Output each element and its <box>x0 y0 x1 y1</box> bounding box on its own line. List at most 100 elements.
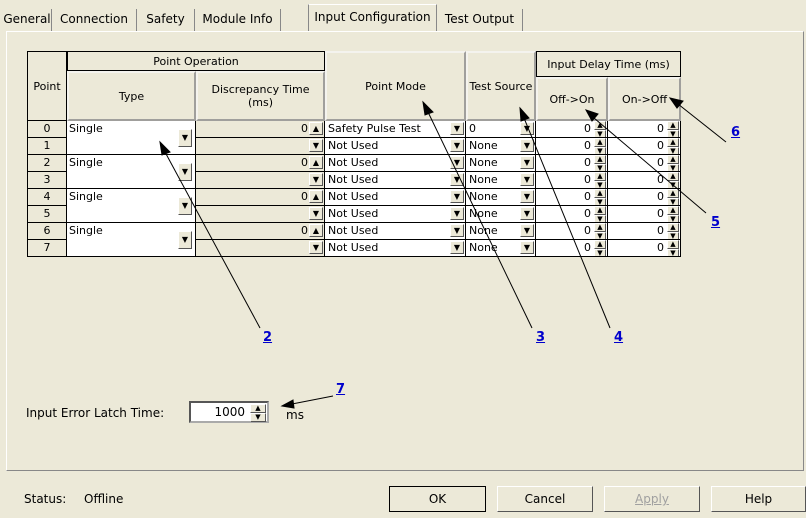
point-mode-select[interactable]: Not Used ▼ <box>325 172 466 189</box>
point-mode-select[interactable]: Not Used ▼ <box>325 240 466 257</box>
spinner-icon[interactable]: ▲ ▼ <box>594 155 606 171</box>
test-source-select[interactable]: None ▼ <box>466 172 536 189</box>
on-off-delay-input[interactable]: 0 ▲ ▼ <box>608 121 681 138</box>
chevron-down-icon[interactable]: ▼ <box>520 241 534 254</box>
latch-spinner[interactable]: ▲ ▼ <box>250 404 266 422</box>
off-on-delay-input[interactable]: 0 ▲ ▼ <box>536 138 608 155</box>
chevron-down-icon[interactable]: ▼ <box>520 173 534 186</box>
off-on-delay-input[interactable]: 0 ▲ ▼ <box>536 223 608 240</box>
header-on-off[interactable]: On->Off <box>608 77 681 121</box>
off-on-delay-input[interactable]: 0 ▲ ▼ <box>536 240 608 257</box>
chevron-down-icon[interactable]: ▼ <box>450 190 464 203</box>
test-source-select[interactable]: None ▼ <box>466 206 536 223</box>
spinner-icon[interactable]: ▲ ▼ <box>667 155 679 171</box>
discrepancy-time-cell[interactable]: 0 ▲ <box>196 121 325 138</box>
point-mode-select[interactable]: Not Used ▼ <box>325 223 466 240</box>
discrepancy-time-cell[interactable]: 0 ▲ <box>196 223 325 240</box>
test-source-select[interactable]: None ▼ <box>466 189 536 206</box>
cancel-button[interactable]: Cancel <box>497 486 593 512</box>
spinner-icon[interactable]: ▲ ▼ <box>667 240 679 256</box>
point-mode-select[interactable]: Not Used ▼ <box>325 138 466 155</box>
chevron-down-icon[interactable]: ▼ <box>450 224 464 237</box>
chevron-down-icon[interactable]: ▼ <box>520 224 534 237</box>
on-off-delay-input[interactable]: 0 ▲ ▼ <box>608 189 681 206</box>
spinner-icon[interactable]: ▲ ▼ <box>594 138 606 154</box>
spinner-icon[interactable]: ▲ ▼ <box>594 121 606 137</box>
chevron-down-icon[interactable]: ▼ <box>450 241 464 254</box>
spinner-icon[interactable]: ▲ ▼ <box>667 138 679 154</box>
spinner-icon[interactable]: ▲ ▼ <box>594 206 606 222</box>
chevron-down-icon[interactable]: ▼ <box>178 197 192 215</box>
header-discrepancy-time[interactable]: Discrepancy Time (ms) <box>196 71 325 121</box>
on-off-delay-input[interactable]: 0 ▲ ▼ <box>608 138 681 155</box>
callout-7[interactable]: 7 <box>336 382 345 397</box>
spinner-icon[interactable]: ▲ ▼ <box>667 206 679 222</box>
spin-up-icon[interactable]: ▲ <box>309 122 323 135</box>
chevron-down-icon[interactable]: ▼ <box>450 173 464 186</box>
chevron-down-icon[interactable]: ▼ <box>178 163 192 181</box>
on-off-delay-input[interactable]: 0 ▲ ▼ <box>608 155 681 172</box>
apply-button[interactable]: Apply <box>604 486 700 512</box>
spinner-icon[interactable]: ▲ ▼ <box>594 189 606 205</box>
callout-5[interactable]: 5 <box>711 215 720 230</box>
off-on-delay-input[interactable]: 0 ▲ ▼ <box>536 189 608 206</box>
tab-safety[interactable]: Safety <box>137 9 195 31</box>
callout-3[interactable]: 3 <box>536 330 545 345</box>
test-source-select[interactable]: None ▼ <box>466 223 536 240</box>
point-mode-select[interactable]: Not Used ▼ <box>325 155 466 172</box>
header-test-source[interactable]: Test Source <box>466 51 536 121</box>
on-off-delay-input[interactable]: 0 ▲ ▼ <box>608 223 681 240</box>
chevron-down-icon[interactable]: ▼ <box>450 207 464 220</box>
off-on-delay-input[interactable]: 0 ▲ ▼ <box>536 172 608 189</box>
tab-test-output[interactable]: Test Output <box>437 9 523 31</box>
chevron-down-icon[interactable]: ▼ <box>520 122 534 135</box>
chevron-down-icon[interactable]: ▼ <box>178 129 192 147</box>
off-on-delay-input[interactable]: 0 ▲ ▼ <box>536 121 608 138</box>
spinner-icon[interactable]: ▲ ▼ <box>667 172 679 188</box>
spinner-icon[interactable]: ▲ ▼ <box>594 172 606 188</box>
chevron-down-icon[interactable]: ▼ <box>309 241 323 254</box>
type-select[interactable]: Single ▼ <box>67 189 196 223</box>
latch-time-input[interactable]: 1000 ▲ ▼ <box>189 401 269 423</box>
spin-up-icon[interactable]: ▲ <box>309 224 323 237</box>
discrepancy-time-cell[interactable]: 0 ▲ <box>196 189 325 206</box>
point-mode-select[interactable]: Safety Pulse Test ▼ <box>325 121 466 138</box>
discrepancy-time-cell[interactable]: 0 ▲ <box>196 155 325 172</box>
tab-general[interactable]: General <box>3 9 52 31</box>
chevron-down-icon[interactable]: ▼ <box>309 207 323 220</box>
type-select[interactable]: Single ▼ <box>67 155 196 189</box>
discrepancy-time-cell[interactable]: ▼ <box>196 138 325 155</box>
on-off-delay-input[interactable]: 0 ▲ ▼ <box>608 172 681 189</box>
chevron-down-icon[interactable]: ▼ <box>520 139 534 152</box>
off-on-delay-input[interactable]: 0 ▲ ▼ <box>536 206 608 223</box>
test-source-select[interactable]: None ▼ <box>466 240 536 257</box>
chevron-down-icon[interactable]: ▼ <box>450 122 464 135</box>
spinner-icon[interactable]: ▲ ▼ <box>594 240 606 256</box>
ok-button[interactable]: OK <box>389 486 486 512</box>
spinner-icon[interactable]: ▲ ▼ <box>667 189 679 205</box>
point-mode-select[interactable]: Not Used ▼ <box>325 189 466 206</box>
tab-connection[interactable]: Connection <box>52 9 137 31</box>
tab-input-configuration[interactable]: Input Configuration <box>308 4 437 32</box>
chevron-down-icon[interactable]: ▼ <box>178 231 192 249</box>
chevron-down-icon[interactable]: ▼ <box>450 156 464 169</box>
type-select[interactable]: Single ▼ <box>67 223 196 257</box>
discrepancy-time-cell[interactable]: ▼ <box>196 206 325 223</box>
tab-module-info[interactable]: Module Info <box>195 9 281 31</box>
test-source-select[interactable]: None ▼ <box>466 155 536 172</box>
on-off-delay-input[interactable]: 0 ▲ ▼ <box>608 240 681 257</box>
chevron-down-icon[interactable]: ▼ <box>309 173 323 186</box>
header-off-on[interactable]: Off->On <box>536 77 608 121</box>
header-point-mode[interactable]: Point Mode <box>325 51 466 121</box>
chevron-down-icon[interactable]: ▼ <box>309 139 323 152</box>
help-button[interactable]: Help <box>711 486 806 512</box>
test-source-select[interactable]: 0 ▼ <box>466 121 536 138</box>
spinner-icon[interactable]: ▲ ▼ <box>667 223 679 239</box>
discrepancy-time-cell[interactable]: ▼ <box>196 240 325 257</box>
spinner-icon[interactable]: ▲ ▼ <box>594 223 606 239</box>
discrepancy-time-cell[interactable]: ▼ <box>196 172 325 189</box>
chevron-down-icon[interactable]: ▼ <box>520 207 534 220</box>
chevron-down-icon[interactable]: ▼ <box>520 156 534 169</box>
on-off-delay-input[interactable]: 0 ▲ ▼ <box>608 206 681 223</box>
chevron-down-icon[interactable]: ▼ <box>450 139 464 152</box>
